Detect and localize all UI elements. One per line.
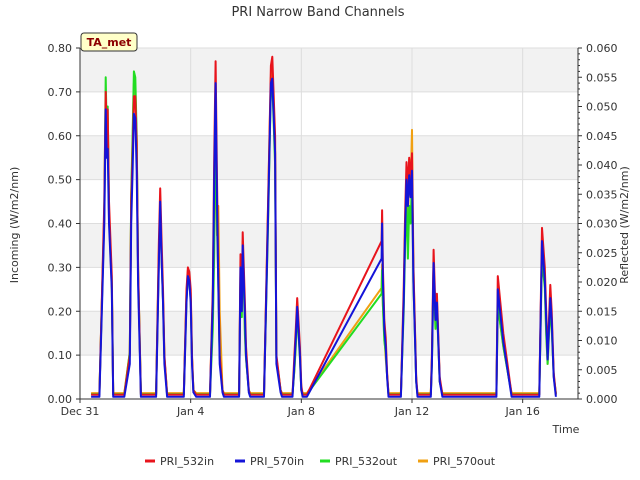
x-tick-label: Jan 4: [176, 405, 204, 418]
right-tick-label: 0.005: [586, 364, 618, 377]
right-tick-label: 0.025: [586, 247, 618, 260]
right-tick-label: 0.000: [586, 393, 618, 406]
left-tick-label: 0.40: [48, 218, 73, 231]
right-tick-label: 0.060: [586, 42, 618, 55]
y-axis-label-left: Incoming (W/m2/nm): [8, 167, 21, 284]
station-badge-label: TA_met: [87, 36, 132, 49]
x-tick-label: Jan 8: [287, 405, 315, 418]
x-tick-label: Dec 31: [61, 405, 100, 418]
plot-band: [80, 135, 578, 180]
right-tick-label: 0.030: [586, 218, 618, 231]
x-tick-label: Jan 16: [504, 405, 539, 418]
chart-title: PRI Narrow Band Channels: [231, 5, 404, 20]
legend-label-PRI_570in: PRI_570in: [250, 455, 304, 468]
plot-band: [80, 48, 578, 92]
right-tick-label: 0.015: [586, 305, 618, 318]
left-tick-label: 0.60: [48, 130, 73, 143]
right-tick-label: 0.040: [586, 159, 618, 172]
left-tick-label: 0.20: [48, 305, 73, 318]
right-tick-label: 0.020: [586, 276, 618, 289]
plot-band: [80, 179, 578, 224]
legend-label-PRI_532in: PRI_532in: [160, 455, 214, 468]
right-tick-label: 0.010: [586, 335, 618, 348]
right-tick-label: 0.035: [586, 188, 618, 201]
legend-label-PRI_532out: PRI_532out: [335, 455, 398, 468]
x-axis-label: Time: [552, 423, 580, 436]
left-tick-label: 0.30: [48, 261, 73, 274]
left-tick-label: 0.80: [48, 42, 73, 55]
right-tick-label: 0.045: [586, 130, 618, 143]
y-axis-label-right: Reflected (W/m2/nm): [618, 166, 631, 284]
legend-label-PRI_570out: PRI_570out: [433, 455, 496, 468]
left-tick-label: 0.10: [48, 349, 73, 362]
plot-band: [80, 223, 578, 268]
right-tick-label: 0.050: [586, 101, 618, 114]
station-badge: TA_met: [80, 32, 138, 52]
plot-band: [80, 267, 578, 312]
x-tick-label: Jan 12: [394, 405, 429, 418]
right-tick-label: 0.055: [586, 71, 618, 84]
left-tick-label: 0.50: [48, 174, 73, 187]
left-tick-label: 0.70: [48, 86, 73, 99]
plot-band: [80, 91, 578, 136]
chart: 0.000.100.200.300.400.500.600.700.80 0.0…: [0, 0, 640, 480]
